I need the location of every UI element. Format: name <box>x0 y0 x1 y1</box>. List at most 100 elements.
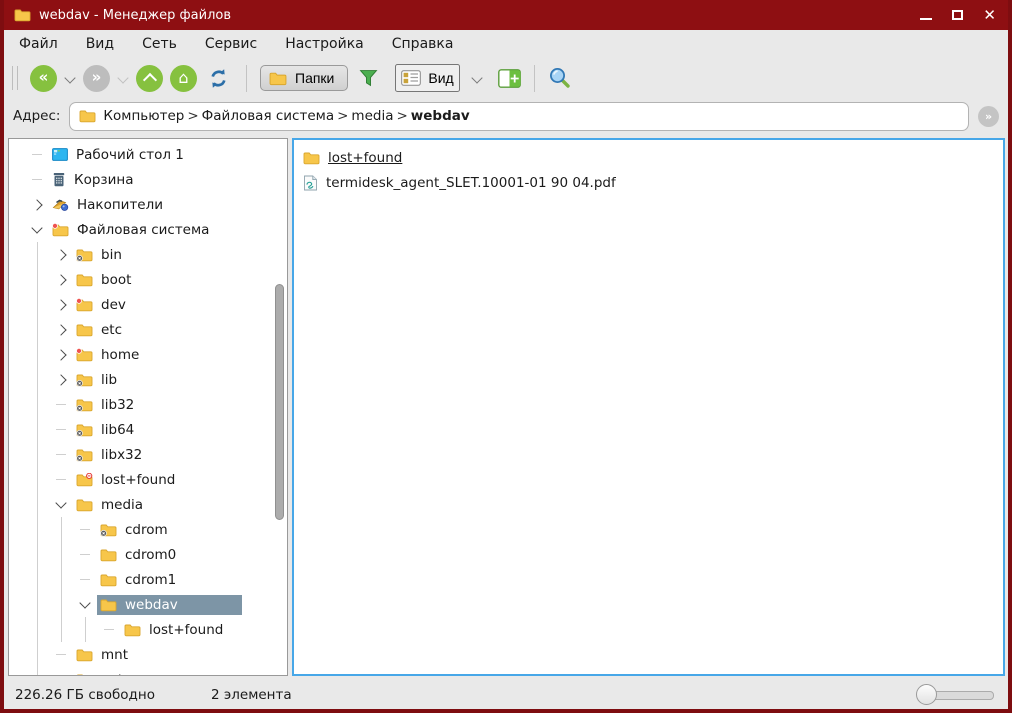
tree-expander[interactable] <box>73 592 97 617</box>
tree-item-content[interactable]: cdrom <box>97 520 174 540</box>
tree-expander[interactable] <box>25 192 49 217</box>
breadcrumb-segment-3[interactable]: webdav <box>409 108 472 124</box>
tree-item-19[interactable]: lost+found <box>9 617 287 642</box>
up-button[interactable] <box>136 65 163 92</box>
pdf-document-icon <box>303 175 318 191</box>
tree-item-11[interactable]: lib64 <box>9 417 287 442</box>
maximize-button[interactable] <box>952 10 963 20</box>
tree-expander[interactable] <box>49 492 73 517</box>
menu-item-1[interactable]: Вид <box>86 36 114 52</box>
tree-item-selected-highlight[interactable]: webdav <box>97 595 242 615</box>
tree-item-21[interactable]: opt <box>9 667 287 676</box>
tree-item-label: mnt <box>101 647 128 663</box>
tree-item-0[interactable]: Рабочий стол 1 <box>9 142 287 167</box>
tree-item-content[interactable]: libx32 <box>73 445 148 465</box>
tree-expander[interactable] <box>49 292 73 317</box>
tree-item-10[interactable]: lib32 <box>9 392 287 417</box>
breadcrumb-segment-2[interactable]: media <box>349 108 395 124</box>
titlebar[interactable]: webdav - Менеджер файлов ✕ <box>4 0 1008 30</box>
tree-item-content[interactable]: Накопители <box>49 195 169 215</box>
tree-item-content[interactable]: opt <box>73 670 129 677</box>
go-button[interactable]: » <box>978 106 999 127</box>
tree-item-content[interactable]: dev <box>73 295 132 315</box>
tree-expander[interactable] <box>49 367 73 392</box>
tree-item-content[interactable]: lib32 <box>73 395 140 415</box>
close-button[interactable]: ✕ <box>983 8 996 23</box>
split-view-button[interactable] <box>498 69 521 88</box>
tree-item-content[interactable]: bin <box>73 245 128 265</box>
menu-item-0[interactable]: Файл <box>19 36 58 52</box>
folders-toggle-button[interactable]: Папки <box>260 65 348 91</box>
file-list-item-0[interactable]: lost+found <box>301 145 996 170</box>
tree-item-17[interactable]: cdrom1 <box>9 567 287 592</box>
menu-item-5[interactable]: Справка <box>392 36 454 52</box>
minimize-button[interactable] <box>920 18 932 20</box>
tree-item-content[interactable]: lib64 <box>73 420 140 440</box>
tree-item-content[interactable]: lost+found <box>73 470 181 490</box>
tree-item-16[interactable]: cdrom0 <box>9 542 287 567</box>
home-button[interactable]: ⌂ <box>170 65 197 92</box>
tree-item-content[interactable]: lost+found <box>121 620 229 640</box>
tree-item-content[interactable]: cdrom1 <box>97 570 182 590</box>
tree-item-content[interactable]: mnt <box>73 645 134 665</box>
tree-item-8[interactable]: home <box>9 342 287 367</box>
tree-item-content[interactable]: Файловая система <box>49 220 215 240</box>
tree-scrollbar-thumb[interactable] <box>275 284 284 520</box>
breadcrumb-segment-1[interactable]: Файловая система <box>200 108 336 124</box>
tree-expander[interactable] <box>49 267 73 292</box>
tree-item-content[interactable]: Рабочий стол 1 <box>49 145 190 165</box>
tree-dash <box>80 579 90 580</box>
chevron-right-icon <box>55 374 66 385</box>
back-button[interactable]: « <box>30 65 57 92</box>
back-history-dropdown[interactable] <box>64 72 75 83</box>
file-list-panel[interactable]: lost+found termidesk_agent_SLET.10001-01 … <box>292 138 1005 676</box>
tree-item-6[interactable]: dev <box>9 292 287 317</box>
tree-item-2[interactable]: Накопители <box>9 192 287 217</box>
tree-expander[interactable] <box>25 217 49 242</box>
tree-item-12[interactable]: libx32 <box>9 442 287 467</box>
tree-item-7[interactable]: etc <box>9 317 287 342</box>
tree-item-9[interactable]: lib <box>9 367 287 392</box>
view-mode-button[interactable]: Вид <box>395 64 459 92</box>
view-mode-dropdown[interactable] <box>471 72 482 83</box>
breadcrumb-segment-0[interactable]: Компьютер <box>101 108 186 124</box>
tree-item-content[interactable]: boot <box>73 270 137 290</box>
forward-button[interactable]: » <box>83 65 110 92</box>
tree-item-15[interactable]: cdrom <box>9 517 287 542</box>
tree-item-content[interactable]: lib <box>73 370 123 390</box>
toolbar-grip[interactable] <box>12 66 18 90</box>
refresh-button[interactable] <box>207 67 230 90</box>
tree-item-1[interactable]: Корзина <box>9 167 287 192</box>
tree-item-14[interactable]: media <box>9 492 287 517</box>
file-list-item-1[interactable]: termidesk_agent_SLET.10001-01 90 04.pdf <box>301 170 996 195</box>
tree-item-18[interactable]: webdav <box>9 592 287 617</box>
tree-item-4[interactable]: bin <box>9 242 287 267</box>
tree-expander[interactable] <box>49 242 73 267</box>
file-name[interactable]: lost+found <box>328 150 402 166</box>
tree-expander[interactable] <box>49 317 73 342</box>
tree-item-content[interactable]: etc <box>73 320 128 340</box>
file-name[interactable]: termidesk_agent_SLET.10001-01 90 04.pdf <box>326 175 616 191</box>
tree-item-3[interactable]: Файловая система <box>9 217 287 242</box>
menu-item-4[interactable]: Настройка <box>285 36 364 52</box>
slider-handle[interactable] <box>916 684 937 705</box>
tree-item-content[interactable]: home <box>73 345 145 365</box>
desktop-icon <box>52 148 68 161</box>
menu-item-2[interactable]: Сеть <box>142 36 177 52</box>
tree-item-content[interactable]: media <box>73 495 149 515</box>
forward-history-dropdown[interactable] <box>117 72 128 83</box>
tree-item-20[interactable]: mnt <box>9 642 287 667</box>
folder-icon <box>124 623 141 637</box>
tree-expander[interactable] <box>49 342 73 367</box>
tree-item-5[interactable]: boot <box>9 267 287 292</box>
tree-item-content[interactable]: cdrom0 <box>97 545 182 565</box>
search-button[interactable] <box>548 66 572 90</box>
tree-item-content[interactable]: Корзина <box>49 170 139 190</box>
menu-item-3[interactable]: Сервис <box>205 36 257 52</box>
address-input[interactable]: Компьютер>Файловая система>media>webdav <box>69 102 969 131</box>
folder-icon <box>76 673 93 677</box>
filter-button[interactable] <box>359 69 378 88</box>
tree-item-13[interactable]: lost+found <box>9 467 287 492</box>
icon-size-slider[interactable] <box>926 691 994 700</box>
main-content: Рабочий стол 1 Корзина Накопители Файловая … <box>4 134 1008 680</box>
